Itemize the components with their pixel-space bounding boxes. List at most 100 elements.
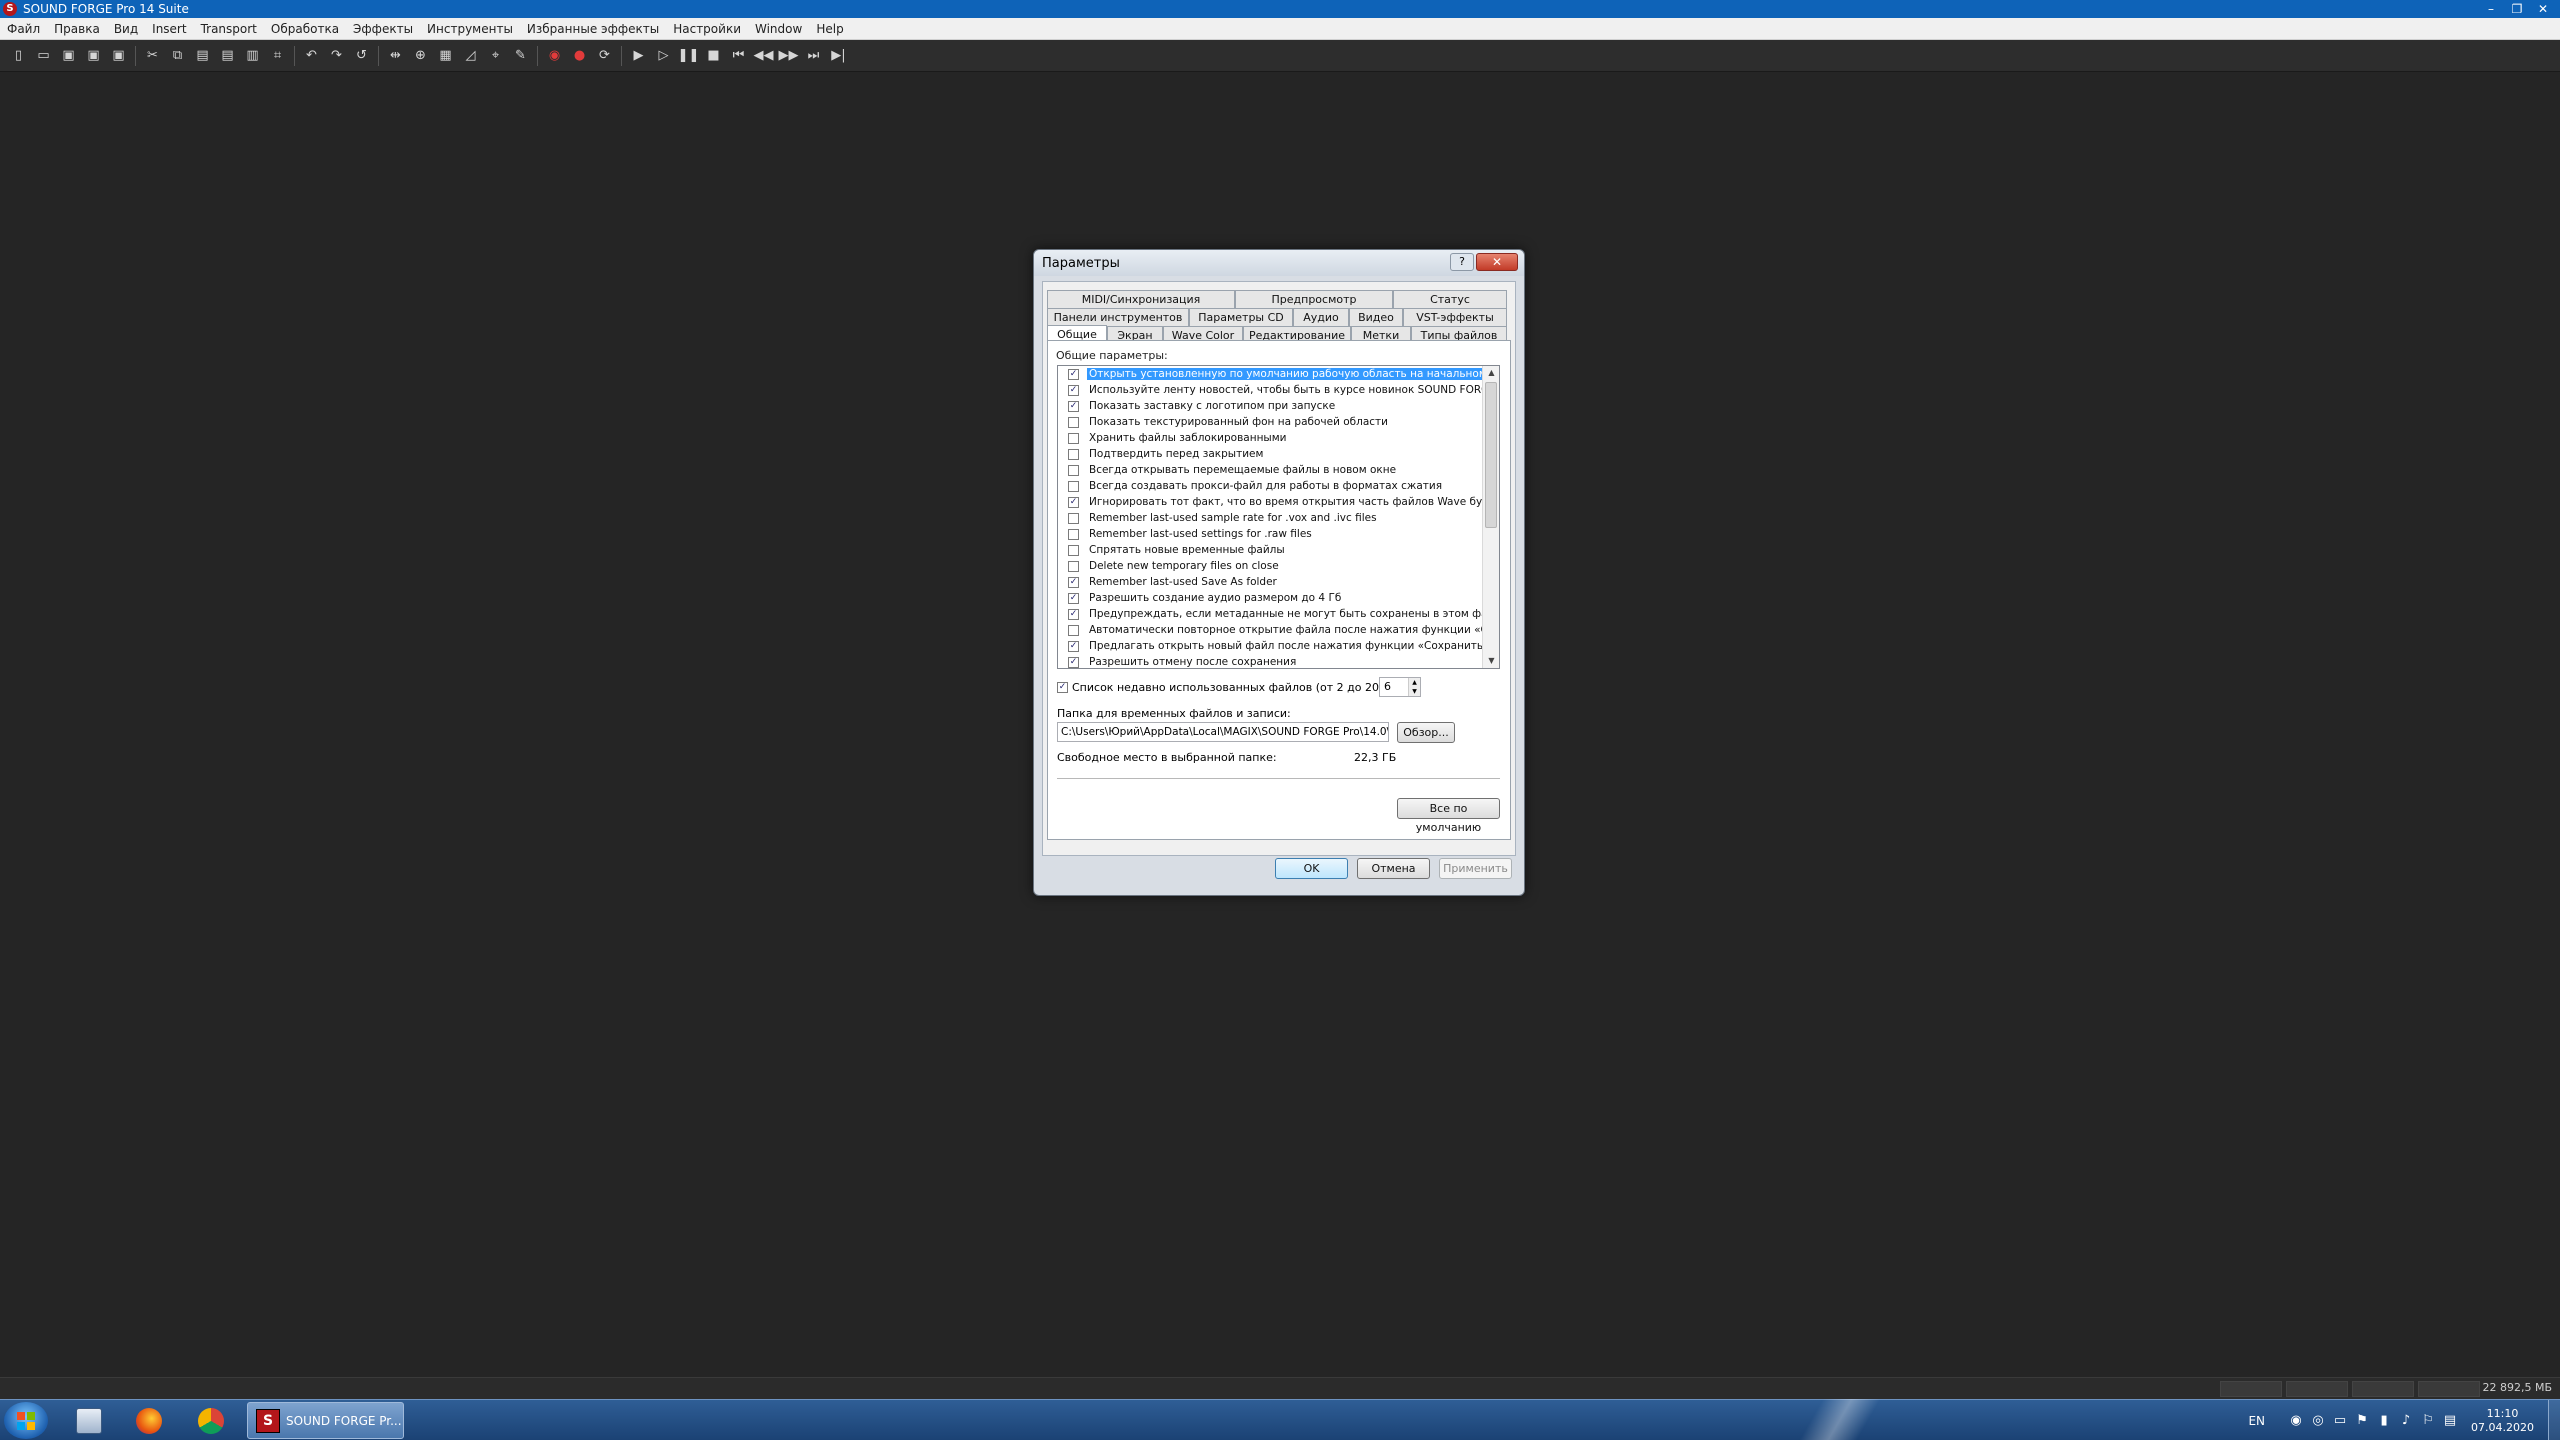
menu-process[interactable]: Обработка: [264, 22, 346, 36]
volume-icon[interactable]: ♪: [2395, 1413, 2417, 1428]
network-icon[interactable]: ▤: [2439, 1413, 2461, 1428]
restore-button[interactable]: ❐: [2504, 0, 2530, 18]
security-icon[interactable]: ⚑: [2351, 1413, 2373, 1428]
help-button[interactable]: ?: [1450, 253, 1474, 271]
device-icon[interactable]: ▭: [2329, 1413, 2351, 1428]
menu-transport[interactable]: Transport: [194, 22, 264, 36]
menu-effects[interactable]: Эффекты: [346, 22, 420, 36]
scroll-up-icon[interactable]: ▲: [1483, 366, 1499, 380]
show-desktop-button[interactable]: [2548, 1400, 2560, 1440]
skype-icon[interactable]: ◉: [2285, 1413, 2307, 1428]
clock[interactable]: 11:10 07.04.2020: [2471, 1407, 2534, 1435]
option-item[interactable]: Хранить файлы заблокированными: [1058, 430, 1483, 446]
browse-button[interactable]: Обзор...: [1397, 722, 1455, 743]
apply-button[interactable]: Применить: [1439, 858, 1512, 879]
dialog-close-button[interactable]: ✕: [1476, 253, 1518, 271]
scroll-down-icon[interactable]: ▼: [1483, 654, 1499, 668]
menu-favorites[interactable]: Избранные эффекты: [520, 22, 666, 36]
menu-insert[interactable]: Insert: [145, 22, 193, 36]
spin-up-icon[interactable]: ▲: [1408, 678, 1420, 687]
menu-options[interactable]: Настройки: [666, 22, 748, 36]
play-icon[interactable]: ▷: [651, 45, 676, 67]
ok-button[interactable]: OK: [1275, 858, 1348, 879]
option-checkbox[interactable]: [1068, 480, 1079, 492]
option-checkbox[interactable]: ✓: [1068, 400, 1079, 412]
new-file-icon[interactable]: ▯: [6, 45, 31, 67]
option-checkbox[interactable]: ✓: [1068, 384, 1079, 396]
option-checkbox[interactable]: [1068, 464, 1079, 476]
option-item[interactable]: Всегда открывать перемещаемые файлы в но…: [1058, 462, 1483, 478]
tab-video[interactable]: Видео: [1349, 308, 1403, 326]
temp-folder-field[interactable]: C:\Users\Юрий\AppData\Local\MAGIX\SOUND …: [1057, 722, 1389, 742]
option-checkbox[interactable]: [1068, 416, 1079, 428]
recent-files-checkbox[interactable]: ✓: [1057, 682, 1068, 693]
tab-status[interactable]: Статус: [1393, 290, 1507, 308]
option-checkbox[interactable]: [1068, 528, 1079, 540]
recent-files-option[interactable]: ✓ Список недавно использованных файлов (…: [1057, 681, 1387, 694]
stop-icon[interactable]: ■: [701, 45, 726, 67]
forward-icon[interactable]: ▶▶: [776, 45, 801, 67]
menu-window[interactable]: Window: [748, 22, 809, 36]
paste-special-icon[interactable]: ▤: [215, 45, 240, 67]
trim-icon[interactable]: ⇹: [383, 45, 408, 67]
options-checklist[interactable]: ✓ Открыть установленную по умолчанию рабо…: [1057, 365, 1500, 669]
options-scrollbar[interactable]: ▲ ▼: [1482, 366, 1499, 668]
option-checkbox[interactable]: ✓: [1068, 576, 1079, 588]
spin-down-icon[interactable]: ▼: [1408, 687, 1420, 696]
firefox-icon[interactable]: [122, 1403, 176, 1438]
reset-defaults-button[interactable]: Все по умолчанию: [1397, 798, 1500, 834]
save-icon[interactable]: ▣: [56, 45, 81, 67]
pause-icon[interactable]: ❚❚: [676, 45, 701, 67]
option-checkbox[interactable]: [1068, 544, 1079, 556]
rewind-icon[interactable]: ◀◀: [751, 45, 776, 67]
file-manager-icon[interactable]: [62, 1403, 116, 1438]
option-item[interactable]: ✓ Используйте ленту новостей, чтобы быть …: [1058, 382, 1483, 398]
record-icon[interactable]: ◉: [542, 45, 567, 67]
menu-help[interactable]: Help: [809, 22, 850, 36]
go-start-icon[interactable]: ⏮: [726, 45, 751, 67]
zoom-icon[interactable]: ⊕: [408, 45, 433, 67]
start-button[interactable]: [4, 1402, 48, 1439]
option-checkbox[interactable]: [1068, 560, 1079, 572]
option-item[interactable]: ✓ Предупреждать, если метаданные не могут…: [1058, 606, 1483, 622]
option-checkbox[interactable]: ✓: [1068, 656, 1079, 668]
power-icon[interactable]: ▮: [2373, 1413, 2395, 1428]
play-all-icon[interactable]: ▶: [626, 45, 651, 67]
option-item[interactable]: ✓ Игнорировать тот факт, что во время отк…: [1058, 494, 1483, 510]
option-item[interactable]: ✓ Разрешить отмену после сохранения: [1058, 654, 1483, 668]
tab-vst-effects[interactable]: VST-эффекты: [1403, 308, 1507, 326]
option-item[interactable]: Автоматически повторное открытие файла п…: [1058, 622, 1483, 638]
cancel-button[interactable]: Отмена: [1357, 858, 1430, 879]
undo-icon[interactable]: ↶: [299, 45, 324, 67]
tab-preview[interactable]: Предпросмотр: [1235, 290, 1393, 308]
repeat-icon[interactable]: ↺: [349, 45, 374, 67]
marker-icon[interactable]: ⌖: [483, 45, 508, 67]
chrome-icon[interactable]: [184, 1403, 238, 1438]
record-armed-icon[interactable]: ●: [567, 45, 592, 67]
option-item[interactable]: Подтвердить перед закрытием: [1058, 446, 1483, 462]
option-item[interactable]: Всегда создавать прокси-файл для работы …: [1058, 478, 1483, 494]
option-checkbox[interactable]: [1068, 448, 1079, 460]
edit-tool-icon[interactable]: ✎: [508, 45, 533, 67]
open-folder-icon[interactable]: ▭: [31, 45, 56, 67]
option-item[interactable]: Спрятать новые временные файлы: [1058, 542, 1483, 558]
option-checkbox[interactable]: [1068, 432, 1079, 444]
option-checkbox[interactable]: ✓: [1068, 496, 1079, 508]
recent-files-count-field[interactable]: 6 ▲ ▼: [1379, 677, 1421, 697]
menu-file[interactable]: Файл: [0, 22, 47, 36]
messenger-icon[interactable]: ◎: [2307, 1413, 2329, 1428]
next-icon[interactable]: ▶|: [826, 45, 851, 67]
option-item[interactable]: Remember last-used settings for .raw fil…: [1058, 526, 1483, 542]
tab-audio[interactable]: Аудио: [1293, 308, 1349, 326]
loop-icon[interactable]: ⟳: [592, 45, 617, 67]
option-item[interactable]: ✓ Показать заставку с логотипом при запус…: [1058, 398, 1483, 414]
paste-icon[interactable]: ▤: [190, 45, 215, 67]
mix-icon[interactable]: ▥: [240, 45, 265, 67]
option-item[interactable]: Remember last-used sample rate for .vox …: [1058, 510, 1483, 526]
menu-edit[interactable]: Правка: [47, 22, 107, 36]
option-item[interactable]: ✓ Предлагать открыть новый файл после наж…: [1058, 638, 1483, 654]
option-checkbox[interactable]: [1068, 512, 1079, 524]
tab-midi-sync[interactable]: MIDI/Синхронизация: [1047, 290, 1235, 308]
crop-icon[interactable]: ⌗: [265, 45, 290, 67]
taskbar-soundforge-button[interactable]: S SOUND FORGE Pr...: [247, 1402, 404, 1439]
